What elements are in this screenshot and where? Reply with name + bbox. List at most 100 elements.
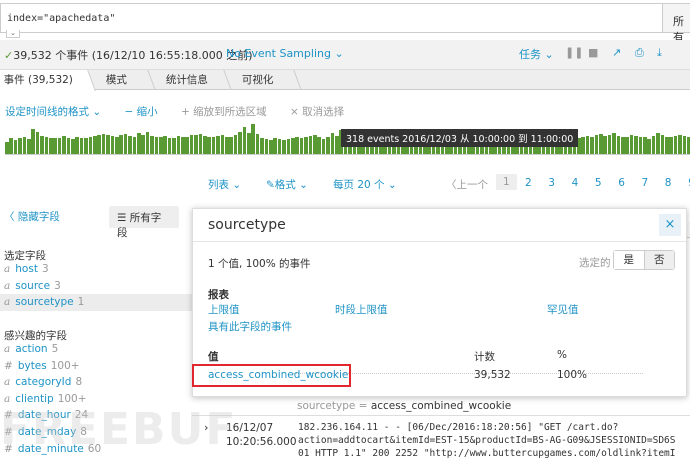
hide-fields-button[interactable]: 〈 隐藏字段 — [4, 209, 60, 224]
timeline-bar[interactable] — [198, 133, 203, 154]
timeline-bar[interactable] — [9, 137, 13, 154]
timeline-bar[interactable] — [150, 136, 154, 154]
timeline-bar[interactable] — [115, 136, 119, 154]
view-list-dropdown[interactable]: 列表 ⌄ — [208, 177, 241, 192]
timeline-bar[interactable] — [229, 137, 233, 154]
rare-values-link[interactable]: 罕见值 — [547, 302, 579, 317]
timeline-bar[interactable] — [643, 137, 647, 154]
page-2-button[interactable]: 2 — [525, 177, 532, 189]
top-values-link[interactable]: 上限值 — [208, 302, 240, 317]
timeline-bar[interactable] — [264, 139, 269, 154]
timeline-bar[interactable] — [326, 136, 330, 154]
format-dropdown[interactable]: ✎格式 ⌄ — [266, 177, 308, 192]
timeline-bar[interactable] — [79, 138, 84, 154]
timeline-bar[interactable] — [220, 135, 225, 154]
timeline-bar[interactable] — [49, 137, 53, 154]
timeline-bar[interactable] — [233, 134, 238, 154]
timeline-bar[interactable] — [176, 136, 181, 154]
field-bytes[interactable]: # bytes 100+ — [4, 360, 80, 372]
timeline-format-button[interactable]: 设定时间线的格式 ⌄ — [5, 106, 101, 118]
timeline-bar[interactable] — [159, 137, 163, 154]
timeline-bar[interactable] — [5, 142, 9, 154]
timeline-bar[interactable] — [678, 135, 682, 154]
timeline-bar[interactable] — [660, 135, 665, 154]
timeline-bar[interactable] — [145, 131, 150, 154]
timeline-bar[interactable] — [647, 139, 651, 154]
print-icon[interactable]: ⎙ — [635, 46, 644, 60]
timeline-bar[interactable] — [581, 137, 585, 154]
pause-icon[interactable]: ❚❚ — [565, 46, 583, 59]
timeline-bar[interactable] — [62, 136, 66, 154]
timeline-bar[interactable] — [330, 133, 335, 154]
zoom-to-selection-button[interactable]: + 缩放到所选区域 — [181, 106, 267, 118]
timeline-bar[interactable] — [629, 135, 634, 154]
timeline-bar[interactable] — [194, 134, 198, 154]
tab-statistics[interactable]: 统计信息 — [148, 70, 232, 90]
timeline-bar[interactable] — [269, 139, 273, 154]
timeline-bar[interactable] — [216, 136, 220, 154]
sampling-dropdown[interactable]: No Event Sampling ⌄ — [226, 47, 344, 60]
timeline-bar[interactable] — [66, 137, 71, 154]
timeline-bar[interactable] — [137, 133, 141, 154]
timeline-bar[interactable] — [651, 136, 656, 154]
page-4-button[interactable]: 4 — [572, 177, 579, 189]
timeline-bar[interactable] — [53, 138, 57, 154]
timeline-bar[interactable] — [141, 135, 145, 154]
page-3-button[interactable]: 3 — [548, 177, 555, 189]
timeline-bar[interactable] — [599, 134, 603, 154]
timeline-bar[interactable] — [35, 131, 40, 154]
timeline-bar[interactable] — [88, 136, 93, 154]
timeline-bar[interactable] — [313, 135, 317, 154]
time-range-picker[interactable]: 所有 — [663, 3, 690, 44]
close-icon[interactable]: × — [659, 214, 681, 236]
field-host[interactable]: a host 3 — [4, 263, 49, 275]
timeline-bar[interactable] — [132, 137, 137, 154]
field-clientip[interactable]: a clientip 100+ — [4, 393, 87, 405]
timeline-bar[interactable] — [167, 138, 172, 154]
zoom-out-button[interactable]: − 缩小 — [124, 106, 157, 118]
value-link[interactable]: access_combined_wcookie — [208, 369, 348, 381]
tab-visualization[interactable]: 可视化 — [224, 70, 302, 90]
page-1-button[interactable]: 1 — [496, 174, 517, 190]
timeline-bar[interactable] — [106, 134, 110, 154]
timeline-bar[interactable] — [286, 139, 291, 154]
timeline-bar[interactable] — [40, 136, 44, 154]
timeline-bar[interactable] — [621, 137, 625, 154]
timeline-bar[interactable] — [616, 136, 621, 154]
field-sourcetype[interactable]: a sourcetype 1 — [0, 294, 192, 312]
timeline-bar[interactable] — [255, 134, 260, 154]
timeline-bar[interactable] — [27, 139, 31, 154]
jobs-menu[interactable]: 任务 ⌄ — [519, 46, 554, 62]
stop-icon[interactable]: ■ — [588, 46, 598, 59]
timeline-bar[interactable] — [163, 136, 167, 154]
top-values-by-time-link[interactable]: 时段上限值 — [335, 302, 388, 317]
timeline-bar[interactable] — [590, 136, 594, 154]
timeline-bar[interactable] — [57, 137, 62, 154]
timeline-bar[interactable] — [18, 138, 22, 154]
timeline-bar[interactable] — [242, 127, 247, 154]
timeline-bar[interactable] — [317, 137, 321, 154]
timeline-bar[interactable] — [669, 137, 673, 154]
timeline-bar[interactable] — [13, 139, 18, 154]
timeline-bar[interactable] — [110, 136, 115, 154]
timeline-bar[interactable] — [71, 139, 75, 154]
timeline-bar[interactable] — [260, 137, 264, 154]
timeline-bar[interactable] — [273, 138, 277, 154]
per-page-dropdown[interactable]: 每页 20 个 ⌄ — [333, 177, 397, 192]
page-6-button[interactable]: 6 — [618, 177, 625, 189]
timeline-bar[interactable] — [93, 136, 97, 154]
timeline-bar[interactable] — [31, 129, 35, 154]
timeline-bar[interactable] — [203, 136, 207, 154]
page-5-button[interactable]: 5 — [595, 177, 602, 189]
timeline-bar[interactable] — [673, 136, 678, 154]
events-with-field-link[interactable]: 具有此字段的事件 — [208, 319, 292, 334]
timeline-bar[interactable] — [594, 135, 599, 154]
expand-search-toggle[interactable]: ⌄ — [6, 30, 20, 38]
no-button[interactable]: 否 — [644, 251, 674, 269]
timeline-bar[interactable] — [84, 137, 88, 154]
timeline-bar[interactable] — [665, 136, 669, 154]
timeline-bar[interactable] — [625, 136, 629, 154]
timeline-bar[interactable] — [238, 132, 242, 154]
export-icon[interactable]: ⤓ — [657, 46, 662, 60]
timeline-bar[interactable] — [656, 133, 660, 154]
